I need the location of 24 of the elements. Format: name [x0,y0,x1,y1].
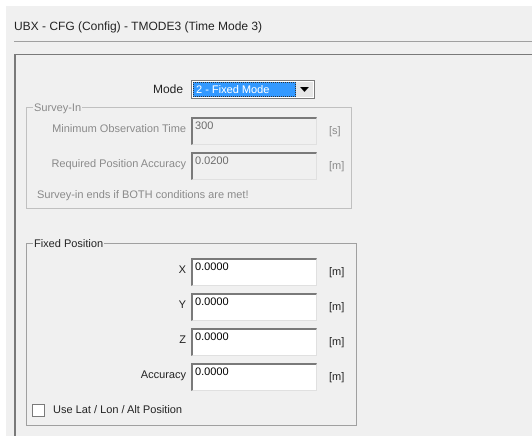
group-title: Survey-In [33,100,82,116]
dropdown-value: 2 - Fixed Mode [193,82,296,96]
field-label: Required Position Accuracy [50,157,187,172]
unit-label: [m] [329,335,344,350]
caret-icon [296,82,314,96]
checkbox[interactable] [32,404,45,417]
unit-label: [m] [329,265,344,280]
field-label: Z [178,333,187,348]
input-field[interactable]: 0.0000 [191,293,317,321]
window-title: UBX - CFG (Config) - TMODE3 (Time Mode 3) [14,18,264,35]
checkbox-label: Use Lat / Lon / Alt Position [53,403,182,418]
field-label: Y [178,298,187,313]
field-label: Accuracy [140,368,187,383]
unit-label: [m] [329,370,344,385]
unit-label: [m] [329,300,344,315]
input-field[interactable]: 0.0000 [191,363,317,391]
input-field[interactable]: 0.0000 [191,328,317,356]
unit-label: [m] [329,159,344,174]
survey-note: Survey-in ends if BOTH conditions are met! [36,188,250,203]
input-field[interactable]: 0.0000 [191,258,317,286]
unit-label: [s] [329,124,341,139]
field-label: Minimum Observation Time [51,122,187,137]
mode-label: Mode [153,81,184,98]
field-label: X [178,263,187,278]
